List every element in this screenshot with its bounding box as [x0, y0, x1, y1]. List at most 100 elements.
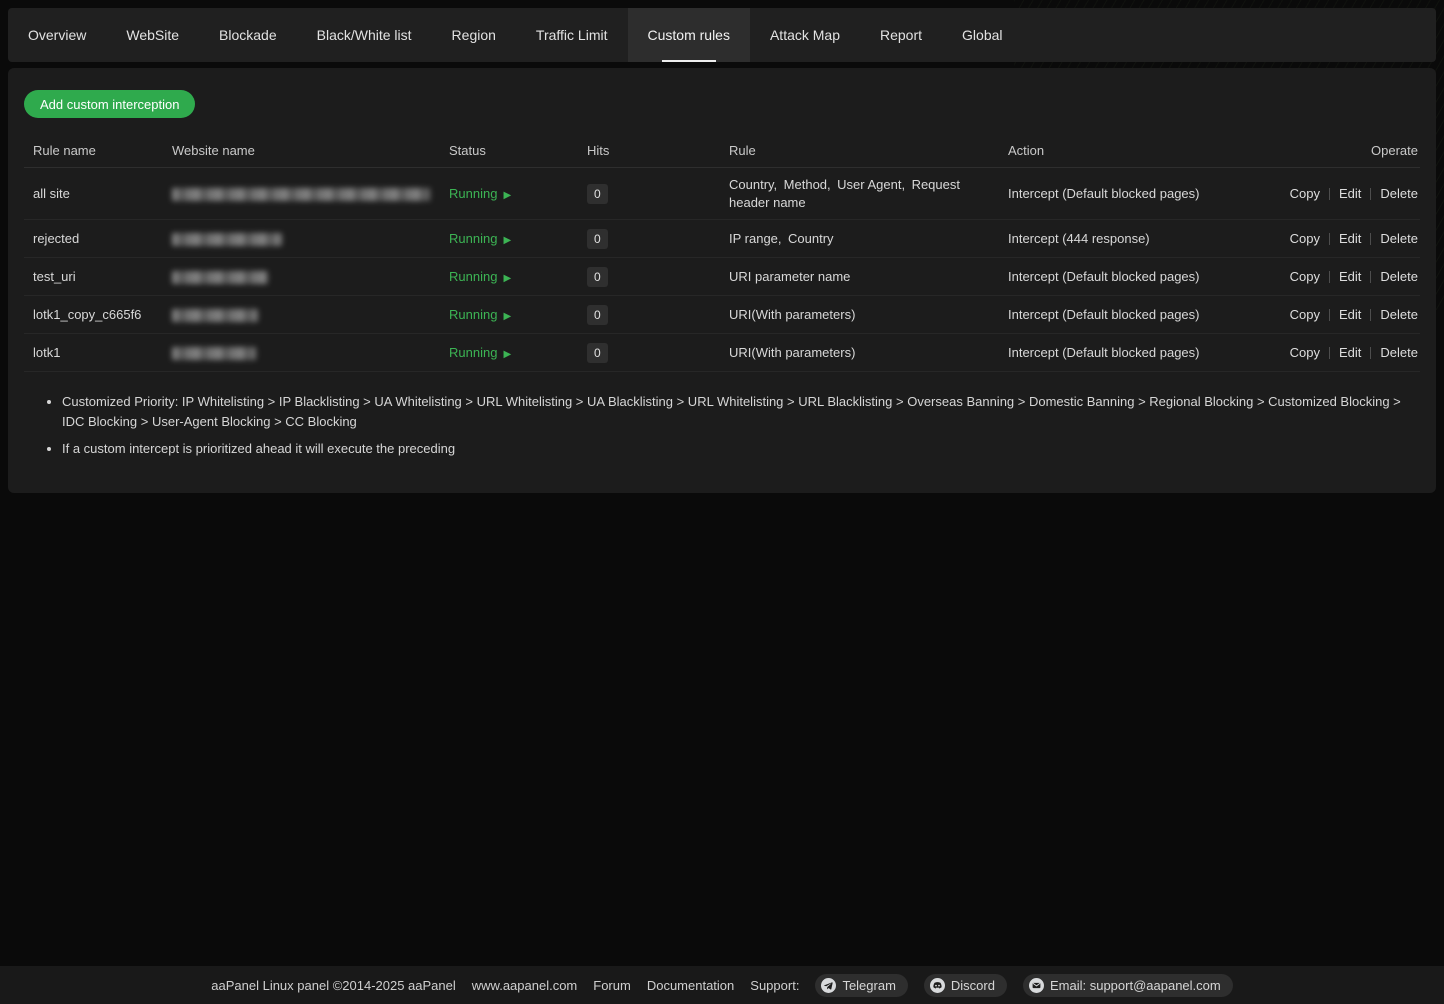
table-row: lotk1 Running▶ 0 URI(With parameters) In…: [24, 334, 1420, 372]
action-cell: Intercept (Default blocked pages): [1008, 345, 1280, 360]
email-label: Email: support@aapanel.com: [1050, 978, 1221, 993]
tab-overview[interactable]: Overview: [8, 8, 106, 62]
play-icon: ▶: [503, 349, 511, 360]
operate-divider: [1370, 271, 1371, 283]
operate-divider: [1370, 309, 1371, 321]
copy-link[interactable]: Copy: [1290, 307, 1320, 322]
tab-traffic-limit[interactable]: Traffic Limit: [516, 8, 628, 62]
header-action: Action: [1008, 143, 1280, 158]
header-status: Status: [449, 143, 587, 158]
table-header-row: Rule name Website name Status Hits Rule …: [24, 134, 1420, 168]
status-cell[interactable]: Running▶: [449, 186, 587, 201]
rule-cell: URI(With parameters): [729, 306, 1008, 324]
copy-link[interactable]: Copy: [1290, 231, 1320, 246]
status-cell[interactable]: Running ▶: [449, 231, 587, 246]
status-running-label: Running: [449, 231, 497, 246]
status-running-label: Running: [449, 345, 497, 360]
operate-cell: Copy Edit Delete: [1280, 345, 1420, 360]
table-row: rejected Running▶ 0 IP range, Country In…: [24, 220, 1420, 258]
website-name-redacted: [172, 233, 282, 246]
status-cell[interactable]: Running ▶: [449, 307, 587, 322]
action-cell: Intercept (444 response): [1008, 231, 1280, 246]
edit-link[interactable]: Edit: [1339, 231, 1361, 246]
tab-custom-rules[interactable]: Custom rules: [628, 8, 750, 62]
status-cell[interactable]: Running▶: [449, 269, 587, 284]
telegram-label: Telegram: [842, 978, 895, 993]
footer-support-label: Support:: [750, 978, 799, 993]
tab-attack-map[interactable]: Attack Map: [750, 8, 860, 62]
discord-icon: [930, 978, 945, 993]
telegram-icon: [821, 978, 836, 993]
edit-link[interactable]: Edit: [1339, 307, 1361, 322]
hits-cell: 0: [587, 184, 729, 204]
delete-link[interactable]: Delete: [1380, 307, 1418, 322]
table-row: test_uri Running▶ 0 URI parameter name I…: [24, 258, 1420, 296]
operate-divider: [1329, 233, 1330, 245]
header-rule: Rule: [729, 143, 1008, 158]
edit-link[interactable]: Edit: [1339, 345, 1361, 360]
hits-badge: 0: [587, 305, 608, 325]
rules-table: Rule name Website name Status Hits Rule …: [24, 134, 1420, 372]
discord-button[interactable]: Discord: [924, 974, 1007, 997]
delete-link[interactable]: Delete: [1380, 231, 1418, 246]
hits-cell: 0: [587, 229, 729, 249]
footer: aaPanel Linux panel ©2014-2025 aaPanel w…: [0, 966, 1444, 1004]
footer-documentation-link[interactable]: Documentation: [647, 978, 734, 993]
copy-link[interactable]: Copy: [1290, 186, 1320, 201]
play-icon: ▶: [503, 311, 511, 322]
footer-forum-link[interactable]: Forum: [593, 978, 631, 993]
tab-blockade[interactable]: Blockade: [199, 8, 297, 62]
edit-link[interactable]: Edit: [1339, 269, 1361, 284]
tab-black-white-list[interactable]: Black/White list: [297, 8, 432, 62]
copy-link[interactable]: Copy: [1290, 345, 1320, 360]
top-nav: Overview WebSite Blockade Black/White li…: [8, 8, 1436, 62]
delete-link[interactable]: Delete: [1380, 269, 1418, 284]
play-icon: ▶: [503, 273, 511, 284]
email-icon: [1029, 978, 1044, 993]
hits-badge: 0: [587, 184, 608, 204]
website-name-cell: [172, 345, 449, 360]
tab-global[interactable]: Global: [942, 8, 1022, 62]
hits-cell: 0: [587, 267, 729, 287]
status-running-label: Running: [449, 186, 497, 201]
website-name-redacted: [172, 188, 430, 201]
operate-divider: [1370, 233, 1371, 245]
hits-cell: 0: [587, 343, 729, 363]
telegram-button[interactable]: Telegram: [815, 974, 907, 997]
delete-link[interactable]: Delete: [1380, 186, 1418, 201]
status-cell[interactable]: Running ▶: [449, 345, 587, 360]
header-website-name: Website name: [172, 143, 449, 158]
email-support-button[interactable]: Email: support@aapanel.com: [1023, 974, 1233, 997]
operate-cell: Copy Edit Delete: [1280, 269, 1420, 284]
tab-website[interactable]: WebSite: [106, 8, 199, 62]
tab-region[interactable]: Region: [432, 8, 516, 62]
table-row: lotk1_copy_c665f6 Running▶ 0 URI(With pa…: [24, 296, 1420, 334]
action-cell: Intercept (Default blocked pages): [1008, 307, 1280, 322]
waf-custom-rules-page: Overview WebSite Blockade Black/White li…: [0, 0, 1444, 1004]
footer-website-link[interactable]: www.aapanel.com: [472, 978, 578, 993]
operate-divider: [1329, 271, 1330, 283]
status-running-label: Running: [449, 307, 497, 322]
edit-link[interactable]: Edit: [1339, 186, 1361, 201]
copy-link[interactable]: Copy: [1290, 269, 1320, 284]
add-custom-interception-button[interactable]: Add custom interception: [24, 90, 195, 118]
website-name-cell: [172, 231, 449, 246]
header-operate: Operate: [1280, 143, 1420, 158]
rule-name-cell: rejected: [24, 231, 172, 246]
note-priority: Customized Priority: IP Whitelisting > I…: [62, 392, 1420, 432]
header-rule-name: Rule name: [24, 143, 172, 158]
delete-link[interactable]: Delete: [1380, 345, 1418, 360]
operate-divider: [1329, 188, 1330, 200]
rule-cell: URI(With parameters): [729, 344, 1008, 362]
action-cell: Intercept (Default blocked pages): [1008, 269, 1280, 284]
hits-badge: 0: [587, 343, 608, 363]
website-name-cell: [172, 269, 449, 284]
operate-divider: [1370, 347, 1371, 359]
tab-report[interactable]: Report: [860, 8, 942, 62]
website-name-redacted: [172, 347, 256, 360]
rule-name-cell: test_uri: [24, 269, 172, 284]
operate-cell: Copy Edit Delete: [1280, 307, 1420, 322]
play-icon: ▶: [503, 235, 511, 246]
website-name-cell: [172, 307, 449, 322]
notes-list: Customized Priority: IP Whitelisting > I…: [24, 392, 1420, 459]
